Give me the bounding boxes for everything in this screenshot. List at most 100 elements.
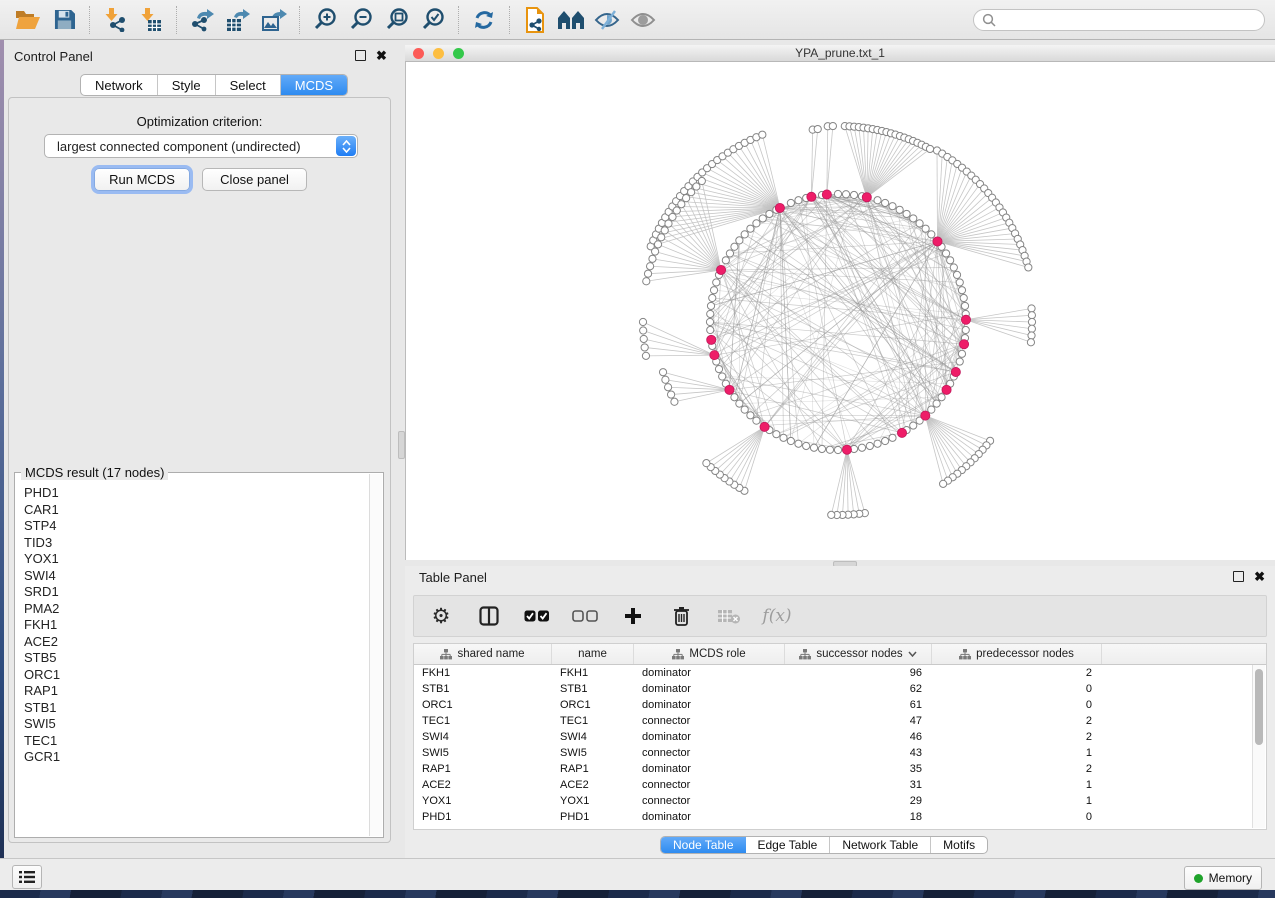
import-network-icon[interactable] [97, 3, 133, 37]
export-table-icon[interactable] [220, 3, 256, 37]
cell-name[interactable]: PHD1 [552, 811, 634, 823]
table-settings-icon[interactable]: ⚙ [428, 601, 454, 631]
column-header-predecessor-nodes[interactable]: predecessor nodes [932, 644, 1102, 664]
show-columns-icon[interactable] [476, 601, 502, 631]
list-item[interactable]: SWI5 [24, 716, 370, 733]
cell-successor-nodes[interactable]: 35 [785, 763, 932, 775]
sort-desc-icon[interactable] [908, 651, 917, 657]
cell-shared-name[interactable]: RAP1 [414, 763, 552, 775]
cell-shared-name[interactable]: TEC1 [414, 715, 552, 727]
cell-name[interactable]: STB1 [552, 683, 634, 695]
cell-mcds-role[interactable]: connector [634, 779, 785, 791]
tab-edge-table[interactable]: Edge Table [746, 837, 831, 853]
open-file-icon[interactable] [10, 3, 46, 37]
cell-mcds-role[interactable]: dominator [634, 811, 785, 823]
list-item[interactable]: ORC1 [24, 667, 370, 684]
new-network-from-selection-icon[interactable] [517, 3, 553, 37]
memory-button[interactable]: Memory [1184, 866, 1262, 890]
list-item[interactable]: STP4 [24, 518, 370, 535]
list-item[interactable]: CAR1 [24, 502, 370, 519]
show-all-icon[interactable] [625, 3, 661, 37]
hide-selection-icon[interactable] [589, 3, 625, 37]
cell-shared-name[interactable]: PHD1 [414, 811, 552, 823]
column-header-mcds-role[interactable]: MCDS role [634, 644, 785, 664]
zoom-in-icon[interactable] [307, 3, 343, 37]
close-panel-icon[interactable]: ✖ [1254, 572, 1265, 581]
cell-predecessor-nodes[interactable]: 1 [932, 779, 1102, 791]
cell-shared-name[interactable]: SWI4 [414, 731, 552, 743]
table-row[interactable]: RAP1RAP1dominator352 [414, 761, 1266, 777]
cell-predecessor-nodes[interactable]: 0 [932, 683, 1102, 695]
cell-successor-nodes[interactable]: 62 [785, 683, 932, 695]
cell-shared-name[interactable]: FKH1 [414, 667, 552, 679]
zoom-out-icon[interactable] [343, 3, 379, 37]
table-row[interactable]: FKH1FKH1dominator962 [414, 665, 1266, 681]
cell-mcds-role[interactable]: dominator [634, 683, 785, 695]
tab-style[interactable]: Style [158, 75, 216, 95]
cell-mcds-role[interactable]: connector [634, 795, 785, 807]
cell-successor-nodes[interactable]: 43 [785, 747, 932, 759]
search-box[interactable] [973, 9, 1265, 31]
node-table[interactable]: shared namenameMCDS rolesuccessor nodesp… [413, 643, 1267, 830]
list-item[interactable]: FKH1 [24, 617, 370, 634]
cell-predecessor-nodes[interactable]: 2 [932, 763, 1102, 775]
panel-divider-vertical[interactable] [397, 45, 405, 858]
table-row[interactable]: SWI5SWI5connector431 [414, 745, 1266, 761]
close-panel-icon[interactable]: ✖ [376, 51, 387, 60]
float-panel-icon[interactable] [355, 50, 366, 61]
add-icon[interactable] [620, 601, 646, 631]
list-item[interactable]: ACE2 [24, 634, 370, 651]
table-row[interactable]: PHD1PHD1dominator180 [414, 809, 1266, 825]
cell-name[interactable]: SWI4 [552, 731, 634, 743]
table-row[interactable]: ACE2ACE2connector311 [414, 777, 1266, 793]
apply-layout-icon[interactable] [466, 3, 502, 37]
cell-predecessor-nodes[interactable]: 2 [932, 715, 1102, 727]
cell-mcds-role[interactable]: dominator [634, 731, 785, 743]
cell-shared-name[interactable]: ORC1 [414, 699, 552, 711]
list-item[interactable]: SWI4 [24, 568, 370, 585]
import-table-icon[interactable] [133, 3, 169, 37]
list-item[interactable]: STB5 [24, 650, 370, 667]
cell-successor-nodes[interactable]: 96 [785, 667, 932, 679]
cell-successor-nodes[interactable]: 31 [785, 779, 932, 791]
cell-predecessor-nodes[interactable]: 0 [932, 811, 1102, 823]
export-image-icon[interactable] [256, 3, 292, 37]
cell-name[interactable]: SWI5 [552, 747, 634, 759]
cell-successor-nodes[interactable]: 47 [785, 715, 932, 727]
tab-network[interactable]: Network [81, 75, 158, 95]
cell-name[interactable]: TEC1 [552, 715, 634, 727]
cell-shared-name[interactable]: YOX1 [414, 795, 552, 807]
tab-select[interactable]: Select [216, 75, 281, 95]
cell-shared-name[interactable]: SWI5 [414, 747, 552, 759]
mcds-result-scrollbar[interactable] [369, 474, 382, 836]
divider-handle[interactable] [398, 431, 405, 459]
network-canvas[interactable] [405, 62, 1275, 560]
delete-icon[interactable] [668, 601, 694, 631]
cell-mcds-role[interactable]: connector [634, 747, 785, 759]
cell-predecessor-nodes[interactable]: 2 [932, 731, 1102, 743]
column-header-shared-name[interactable]: shared name [414, 644, 552, 664]
first-neighbors-icon[interactable] [553, 3, 589, 37]
export-network-icon[interactable] [184, 3, 220, 37]
close-panel-button[interactable]: Close panel [202, 168, 307, 191]
cell-mcds-role[interactable]: dominator [634, 763, 785, 775]
list-item[interactable]: GCR1 [24, 749, 370, 766]
cell-predecessor-nodes[interactable]: 0 [932, 699, 1102, 711]
search-input[interactable] [1001, 12, 1256, 28]
cell-predecessor-nodes[interactable]: 1 [932, 747, 1102, 759]
cell-mcds-role[interactable]: dominator [634, 667, 785, 679]
deselect-all-icon[interactable] [572, 601, 598, 631]
zoom-selected-icon[interactable] [415, 3, 451, 37]
table-row[interactable]: ORC1ORC1dominator610 [414, 697, 1266, 713]
tab-mcds[interactable]: MCDS [281, 75, 347, 95]
mcds-result-list[interactable]: PHD1CAR1STP4TID3YOX1SWI4SRD1PMA2FKH1ACE2… [16, 481, 370, 836]
list-item[interactable]: PHD1 [24, 485, 370, 502]
cell-shared-name[interactable]: STB1 [414, 683, 552, 695]
table-row[interactable]: SWI4SWI4dominator462 [414, 729, 1266, 745]
optimization-criterion-dropdown[interactable]: largest connected component (undirected) [44, 134, 358, 158]
cell-predecessor-nodes[interactable]: 2 [932, 667, 1102, 679]
scrollbar-thumb[interactable] [1255, 669, 1263, 745]
table-scrollbar[interactable] [1252, 665, 1265, 828]
cell-successor-nodes[interactable]: 18 [785, 811, 932, 823]
list-item[interactable]: TID3 [24, 535, 370, 552]
